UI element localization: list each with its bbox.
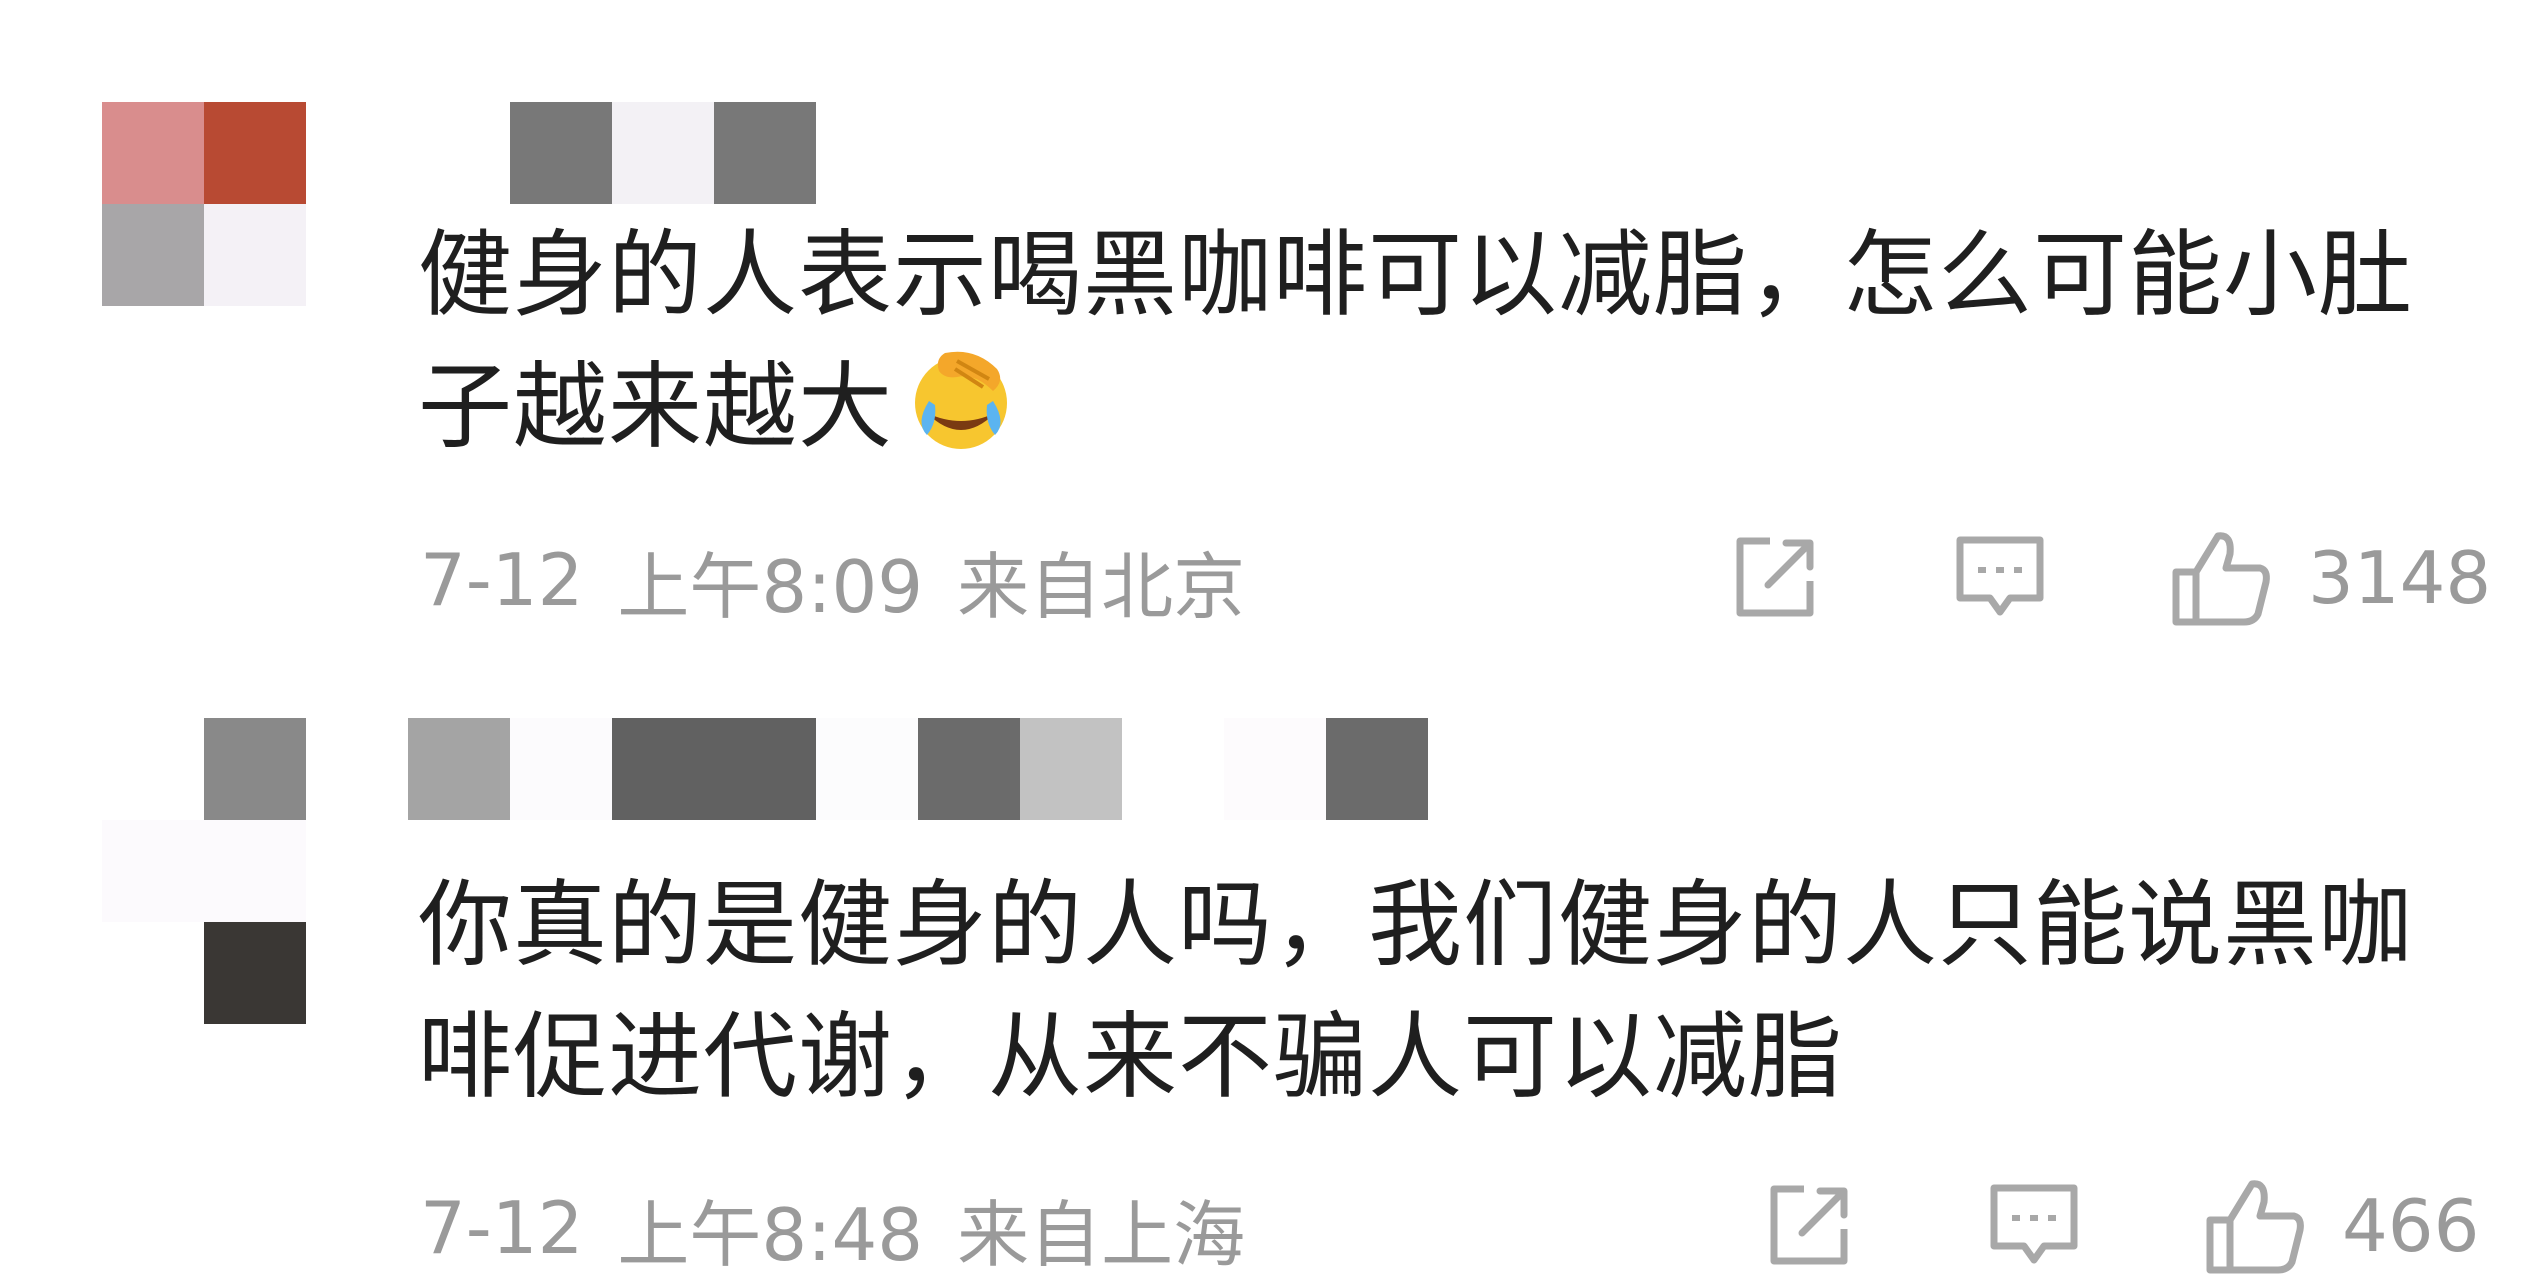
reply-button[interactable] xyxy=(1954,532,2046,624)
comment-text: 健身的人表示喝黑咖啡可以减脂，怎么可能小肚子越来越大 xyxy=(418,221,2414,462)
like-count: 3148 xyxy=(2308,536,2492,620)
avatar-tile xyxy=(204,820,306,922)
comment-meta: 7-12 上午8:09 来自北京 xyxy=(420,530,1279,630)
username-pixel xyxy=(612,718,816,820)
comment-icon xyxy=(1988,1180,2080,1272)
comment-text-container: 健身的人表示喝黑咖啡可以减脂，怎么可能小肚子越来越大 xyxy=(418,210,2498,474)
username-pixel xyxy=(510,102,612,204)
username-pixel xyxy=(714,102,816,204)
comment-time: 上午8:48 xyxy=(617,1192,924,1277)
thumbs-up-icon xyxy=(2206,1176,2306,1276)
username-pixel xyxy=(816,718,918,820)
comment-actions: 3148 xyxy=(1730,518,2491,638)
share-button[interactable] xyxy=(1764,1181,1854,1271)
like-button[interactable]: 3148 xyxy=(2172,528,2491,628)
reply-button[interactable] xyxy=(1988,1180,2080,1272)
avatar-tile xyxy=(204,922,306,1024)
avatar-tile xyxy=(204,102,306,204)
username-pixel xyxy=(1326,718,1428,820)
username-pixel xyxy=(408,718,510,820)
thumbs-up-icon xyxy=(2172,528,2272,628)
comment-time: 上午8:09 xyxy=(617,544,924,629)
username-pixel xyxy=(1020,718,1122,820)
share-icon xyxy=(1764,1181,1854,1271)
comment-location: 来自北京 xyxy=(957,544,1246,629)
like-button[interactable]: 466 xyxy=(2206,1176,2479,1276)
username-pixelated[interactable] xyxy=(408,718,1428,820)
avatar[interactable] xyxy=(102,102,306,306)
avatar-tile xyxy=(102,204,204,306)
username-pixelated[interactable] xyxy=(408,102,816,204)
like-count: 466 xyxy=(2342,1184,2480,1268)
username-pixel xyxy=(408,102,510,204)
username-pixel xyxy=(918,718,1020,820)
comment-icon xyxy=(1954,532,2046,624)
face-palm-laughing-emoji-icon xyxy=(905,343,1017,455)
avatar-tile xyxy=(102,102,204,204)
comment-item: 你真的是健身的人吗，我们健身的人只能说黑咖啡促进代谢，从来不骗人可以减脂 7-1… xyxy=(0,640,2546,1280)
comment-date: 7-12 xyxy=(420,1186,584,1270)
username-pixel xyxy=(510,718,612,820)
avatar-tile xyxy=(204,718,306,820)
comment-date: 7-12 xyxy=(420,538,584,622)
share-button[interactable] xyxy=(1730,533,1820,623)
avatar-tile xyxy=(102,820,204,922)
comment-location: 来自上海 xyxy=(957,1192,1246,1277)
comment-item: 健身的人表示喝黑咖啡可以减脂，怎么可能小肚子越来越大 7-12 上午8:09 来… xyxy=(0,0,2546,640)
comment-meta: 7-12 上午8:48 来自上海 xyxy=(420,1178,1279,1278)
username-pixel xyxy=(1224,718,1326,820)
username-pixel xyxy=(612,102,714,204)
share-icon xyxy=(1730,533,1820,623)
avatar-tile xyxy=(102,718,204,820)
comment-text: 你真的是健身的人吗，我们健身的人只能说黑咖啡促进代谢，从来不骗人可以减脂 xyxy=(418,871,2414,1112)
username-pixel xyxy=(1122,718,1224,820)
comment-actions: 466 xyxy=(1764,1166,2479,1286)
avatar[interactable] xyxy=(102,718,306,922)
avatar-tile xyxy=(204,204,306,306)
